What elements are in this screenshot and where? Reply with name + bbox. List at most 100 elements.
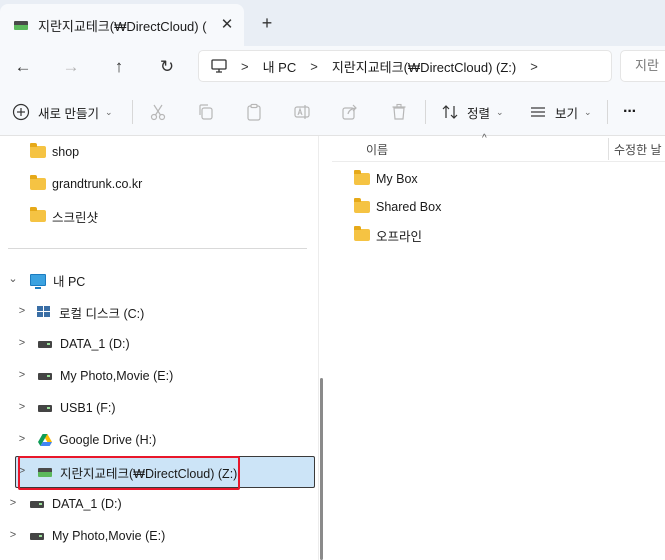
clipboard-icon bbox=[247, 103, 261, 121]
sort-caret-icon: ^ bbox=[482, 133, 487, 144]
up-button[interactable]: ↑ bbox=[103, 52, 135, 82]
copy-button[interactable] bbox=[196, 102, 216, 122]
paste-button[interactable] bbox=[244, 102, 264, 122]
sort-button-label: 정렬 bbox=[467, 106, 491, 121]
plus-circle-icon bbox=[12, 103, 30, 121]
address-row: ← → ↑ ↻ > 내 PC > 지란지교테크(₩DirectCloud) (Z… bbox=[0, 46, 665, 88]
sidebar-item-this-pc[interactable]: 내 PC bbox=[30, 264, 85, 296]
view-button-label: 보기 bbox=[555, 106, 579, 121]
folder-icon bbox=[30, 143, 46, 158]
folder-icon bbox=[30, 207, 46, 222]
column-name-header[interactable]: 이름 bbox=[366, 141, 388, 158]
file-name: 오프라인 bbox=[376, 229, 423, 244]
sidebar-item-drive-c[interactable]: 로컬 디스크 (C:) bbox=[37, 296, 144, 328]
sidebar-item-grandtrunk[interactable]: grandtrunk.co.kr bbox=[30, 168, 142, 200]
breadcrumb-directcloud[interactable]: 지란지교테크(₩DirectCloud) (Z:) bbox=[332, 57, 516, 76]
rename-button[interactable] bbox=[292, 102, 312, 122]
sidebar-item-drive-d[interactable]: DATA_1 (D:) bbox=[38, 328, 130, 360]
chevron-right-icon[interactable]: > bbox=[16, 369, 28, 381]
chevron-down-icon: ⌄ bbox=[496, 106, 504, 117]
view-button[interactable]: 보기 ⌄ bbox=[529, 100, 592, 124]
chevron-right-icon[interactable]: > bbox=[16, 433, 28, 445]
search-input[interactable]: 지란 bbox=[620, 50, 665, 82]
drive-icon bbox=[30, 532, 44, 540]
list-item[interactable]: 오프라인 bbox=[354, 222, 422, 248]
computer-icon bbox=[30, 274, 46, 289]
list-item[interactable]: Shared Box bbox=[354, 194, 441, 220]
sidebar-item-drive-f[interactable]: USB1 (F:) bbox=[38, 392, 116, 424]
sort-button[interactable]: 정렬 ⌄ bbox=[441, 100, 504, 124]
breadcrumb-separator-icon: > bbox=[241, 58, 249, 74]
scissors-icon bbox=[150, 104, 166, 121]
sidebar-scrollbar[interactable] bbox=[320, 378, 323, 560]
arrow-up-icon: ↑ bbox=[114, 57, 124, 76]
sidebar-item-label: DATA_1 (D:) bbox=[60, 337, 130, 351]
arrow-left-icon: ← bbox=[14, 57, 32, 76]
toolbar-divider bbox=[425, 100, 426, 124]
tab-title: 지란지교테크(₩DirectCloud) ( bbox=[38, 18, 207, 34]
sidebar-item-label: Google Drive (H:) bbox=[59, 433, 157, 447]
back-button[interactable]: ← bbox=[7, 52, 39, 82]
sidebar-item-label: My Photo,Movie (E:) bbox=[52, 529, 166, 543]
sidebar-item-label: 로컬 디스크 (C:) bbox=[59, 306, 145, 321]
more-icon: ··· bbox=[623, 103, 637, 120]
new-tab-icon[interactable]: + bbox=[257, 13, 277, 33]
drive-icon bbox=[30, 500, 44, 508]
chevron-down-icon: ⌄ bbox=[584, 106, 592, 117]
chevron-right-icon[interactable]: > bbox=[16, 305, 28, 317]
windows-drive-icon bbox=[37, 306, 51, 318]
column-modified-header[interactable]: 수정한 날 bbox=[614, 141, 662, 158]
folder-icon bbox=[354, 226, 370, 241]
command-bar: 새로 만들기 ⌄ 정렬 ⌄ 보기 ⌄ ··· bbox=[0, 88, 665, 136]
refresh-button[interactable]: ↻ bbox=[151, 52, 183, 82]
drive-icon bbox=[38, 372, 52, 380]
chevron-right-icon[interactable]: > bbox=[16, 337, 28, 349]
cut-button[interactable] bbox=[148, 102, 168, 122]
sidebar-item-label: grandtrunk.co.kr bbox=[52, 177, 143, 191]
toolbar-divider bbox=[607, 100, 608, 124]
cloud-drive-icon bbox=[14, 20, 28, 30]
forward-button[interactable]: → bbox=[55, 52, 87, 82]
annotation-highlight-box bbox=[18, 456, 240, 490]
copy-icon bbox=[199, 104, 213, 120]
breadcrumb-this-pc[interactable]: 내 PC bbox=[263, 57, 297, 76]
folder-icon bbox=[354, 170, 370, 185]
breadcrumb-separator-icon[interactable]: > bbox=[530, 59, 538, 74]
list-item[interactable]: My Box bbox=[354, 166, 418, 192]
more-options-button[interactable]: ··· bbox=[623, 100, 637, 124]
sidebar-item-my-photo-movie[interactable]: My Photo,Movie (E:) bbox=[30, 520, 165, 552]
sidebar-item-screenshots[interactable]: 스크린샷 bbox=[30, 200, 98, 232]
chevron-down-icon[interactable]: ⌄ bbox=[7, 273, 19, 285]
sidebar-item-drive-e[interactable]: My Photo,Movie (E:) bbox=[38, 360, 173, 392]
new-button[interactable]: 새로 만들기 ⌄ bbox=[12, 100, 113, 124]
sidebar-item-data1[interactable]: DATA_1 (D:) bbox=[30, 488, 122, 520]
chevron-right-icon[interactable]: > bbox=[7, 497, 19, 509]
sidebar-item-google-drive[interactable]: Google Drive (H:) bbox=[38, 424, 156, 456]
chevron-down-icon: ⌄ bbox=[104, 106, 113, 117]
file-name: Shared Box bbox=[376, 200, 442, 214]
tab-strip: 지란지교테크(₩DirectCloud) ( ✕ + bbox=[0, 0, 665, 46]
drive-icon bbox=[38, 340, 52, 348]
sidebar-item-shop[interactable]: shop bbox=[30, 136, 79, 168]
sidebar-item-label: 스크린샷 bbox=[52, 210, 99, 225]
close-icon[interactable]: ✕ bbox=[218, 16, 236, 34]
chevron-right-icon[interactable]: > bbox=[16, 401, 28, 413]
delete-button[interactable] bbox=[389, 102, 409, 122]
file-name: My Box bbox=[376, 172, 418, 186]
chevron-right-icon[interactable]: > bbox=[7, 529, 19, 541]
sort-icon bbox=[442, 105, 458, 119]
folder-icon bbox=[30, 175, 46, 190]
address-bar[interactable]: > 내 PC > 지란지교테크(₩DirectCloud) (Z:) > bbox=[198, 50, 612, 82]
tab-directcloud[interactable]: 지란지교테크(₩DirectCloud) ( ✕ bbox=[0, 4, 244, 46]
drive-icon bbox=[38, 404, 52, 412]
content-pane: ^ 이름 수정한 날 My Box Shared Box 오프라인 bbox=[332, 133, 665, 560]
google-drive-icon bbox=[38, 434, 52, 446]
sidebar-item-label: USB1 (F:) bbox=[60, 401, 116, 415]
breadcrumb-separator-icon: > bbox=[310, 58, 318, 74]
share-button[interactable] bbox=[340, 102, 360, 122]
column-divider[interactable] bbox=[608, 138, 609, 160]
share-icon bbox=[342, 104, 357, 120]
sidebar-item-label: shop bbox=[52, 145, 80, 159]
sidebar-item-label: DATA_1 (D:) bbox=[52, 497, 122, 511]
sidebar-item-label: My Photo,Movie (E:) bbox=[60, 369, 174, 383]
